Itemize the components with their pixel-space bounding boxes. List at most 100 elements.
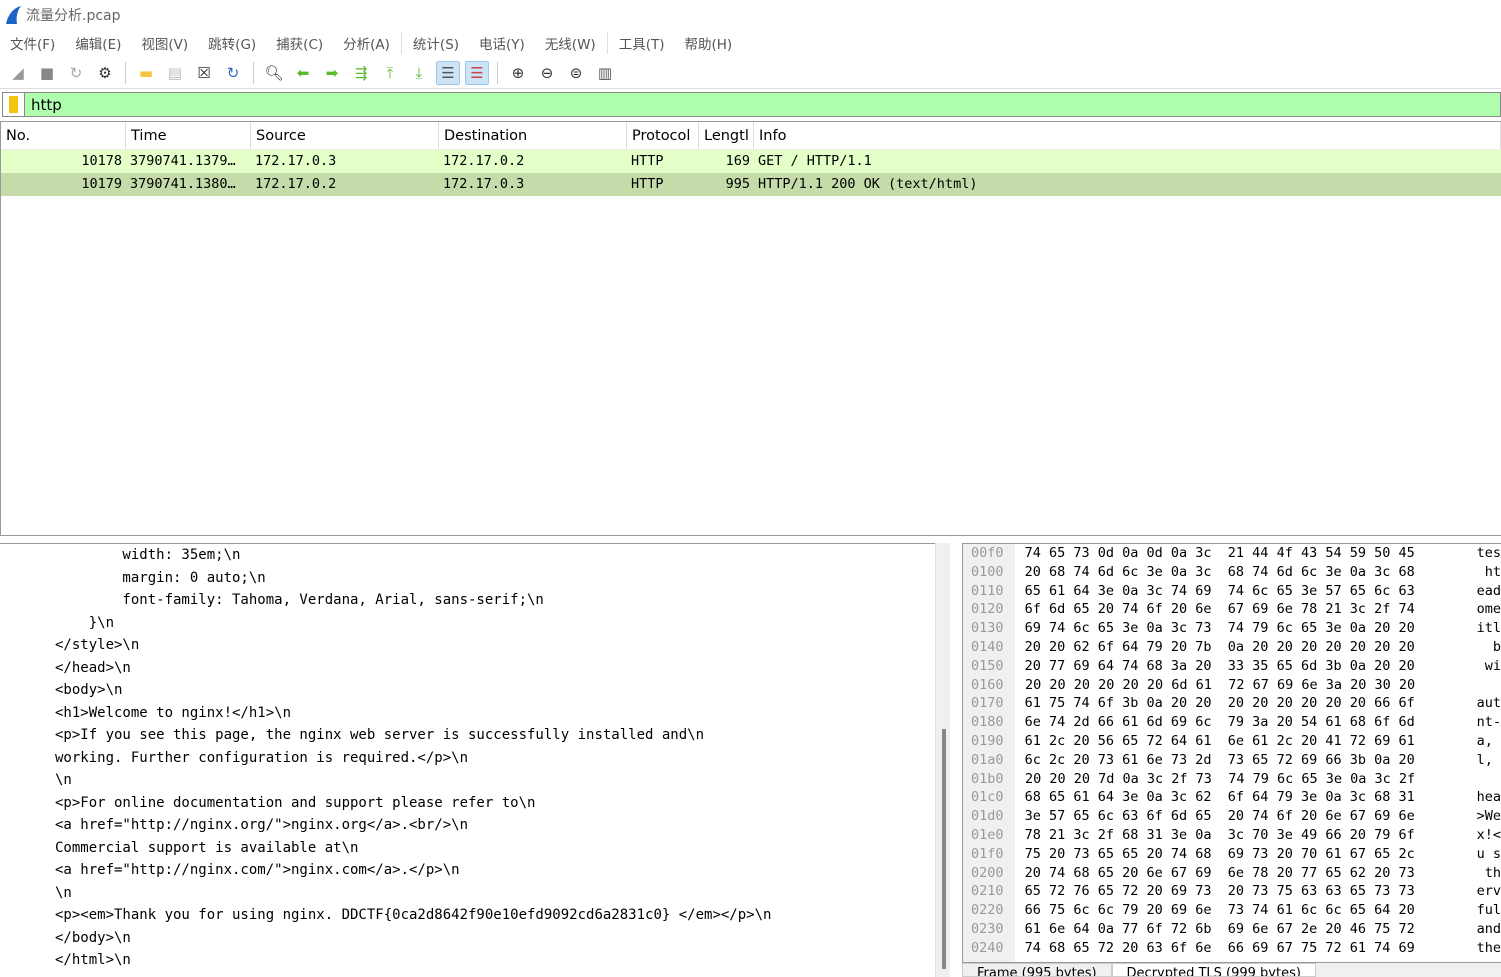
menu-item[interactable]: 分析(A) <box>333 33 400 53</box>
menu-item[interactable]: 无线(W) <box>535 33 606 53</box>
stop-capture-icon: ■ <box>39 63 55 82</box>
column-header[interactable]: Destination <box>439 122 627 149</box>
hex-bytes[interactable]: 20 20 20 20 20 20 6d 61 72 67 69 6e 3a 2… <box>1015 676 1469 695</box>
hex-ascii[interactable]: aut <box>1465 694 1501 713</box>
column-header[interactable]: Lengtl <box>699 122 754 149</box>
menu-item[interactable]: 电话(Y) <box>469 33 535 53</box>
resize-columns-icon: ▥ <box>597 63 613 82</box>
colorize-button[interactable]: ☰ <box>465 60 489 85</box>
go-to-packet-button[interactable]: ⇶ <box>349 61 373 85</box>
hex-ascii[interactable]: u s <box>1465 845 1501 864</box>
column-header[interactable]: Source <box>251 122 439 149</box>
start-capture-button[interactable]: ◢ <box>6 61 30 85</box>
hex-ascii[interactable]: tes <box>1465 544 1501 563</box>
packet-bytes-text-pane[interactable]: width: 35em;\n margin: 0 auto;\n font-fa… <box>0 543 935 977</box>
hex-ascii[interactable]: a, <box>1465 732 1501 751</box>
hex-bytes[interactable]: 61 6e 64 0a 77 6f 72 6b 69 6e 67 2e 20 4… <box>1015 920 1465 939</box>
hex-bytes[interactable]: 74 65 73 0d 0a 0d 0a 3c 21 44 4f 43 54 5… <box>1015 544 1465 563</box>
hex-bytes[interactable]: 20 77 69 64 74 68 3a 20 33 35 65 6d 3b 0… <box>1015 657 1465 676</box>
hex-bytes[interactable]: 6e 74 2d 66 61 6d 69 6c 79 3a 20 54 61 6… <box>1015 713 1465 732</box>
hex-bytes[interactable]: 74 68 65 72 20 63 6f 6e 66 69 67 75 72 6… <box>1015 939 1465 958</box>
open-file-button[interactable]: ▬ <box>134 61 158 85</box>
column-header[interactable]: Time <box>126 122 251 149</box>
hex-bytes[interactable]: 65 61 64 3e 0a 3c 74 69 74 6c 65 3e 57 6… <box>1015 582 1465 601</box>
column-header[interactable]: Info <box>754 122 1501 149</box>
hex-ascii[interactable] <box>1469 676 1481 695</box>
hex-offset: 01b0 <box>971 770 1004 787</box>
menu-item[interactable]: 工具(T) <box>609 33 675 53</box>
menu-item[interactable]: 跳转(G) <box>198 33 266 53</box>
hex-ascii[interactable]: x!< <box>1465 826 1501 845</box>
hex-ascii[interactable]: wi <box>1465 657 1501 676</box>
zoom-out-button[interactable]: ⊖ <box>535 61 559 85</box>
last-packet-button[interactable]: ⤓ <box>407 61 431 85</box>
filter-bookmark-button[interactable] <box>3 93 25 116</box>
hex-ascii[interactable]: ht <box>1465 563 1501 582</box>
hex-bytes[interactable]: 78 21 3c 2f 68 31 3e 0a 3c 70 3e 49 66 2… <box>1015 826 1465 845</box>
title-bar: 流量分析.pcap <box>0 0 1501 30</box>
go-forward-button[interactable]: ➡ <box>320 61 344 85</box>
hex-dump-pane[interactable]: 00f0 74 65 73 0d 0a 0d 0a 3c 21 44 4f 43 … <box>962 543 1501 963</box>
display-filter-input[interactable] <box>25 95 1425 114</box>
menu-item[interactable]: 编辑(E) <box>65 33 131 53</box>
hex-ascii[interactable]: nt- <box>1465 713 1501 732</box>
packet-row[interactable]: 10178 3790741.1379… 172.17.0.3 172.17.0.2 HT… <box>1 150 1501 173</box>
restart-capture-button[interactable]: ↻ <box>64 61 88 85</box>
hex-bytes[interactable]: 3e 57 65 6c 63 6f 6d 65 20 74 6f 20 6e 6… <box>1015 807 1465 826</box>
find-packet-button[interactable]: 🔍︎ <box>262 61 286 85</box>
byte-tab[interactable]: Decrypted TLS (999 bytes) <box>1111 963 1316 977</box>
hex-offset: 00f0 <box>971 545 1004 561</box>
hex-ascii[interactable]: itl <box>1465 619 1501 638</box>
hex-bytes[interactable]: 6f 6d 65 20 74 6f 20 6e 67 69 6e 78 21 3… <box>1015 600 1465 619</box>
hex-ascii[interactable]: erv <box>1465 882 1501 901</box>
byte-tab[interactable]: Frame (995 bytes) <box>962 963 1112 977</box>
hex-ascii[interactable]: ome <box>1465 600 1501 619</box>
hex-bytes[interactable]: 61 2c 20 56 65 72 64 61 6e 61 2c 20 41 7… <box>1015 732 1465 751</box>
hex-ascii[interactable]: th <box>1465 864 1501 883</box>
hex-bytes[interactable]: 66 75 6c 6c 79 20 69 6e 73 74 61 6c 6c 6… <box>1015 901 1465 920</box>
hex-bytes[interactable]: 69 74 6c 65 3e 0a 3c 73 74 79 6c 65 3e 0… <box>1015 619 1465 638</box>
hex-bytes[interactable]: 20 20 20 7d 0a 3c 2f 73 74 79 6c 65 3e 0… <box>1015 770 1469 789</box>
close-file-button[interactable]: ☒ <box>192 61 216 85</box>
hex-ascii[interactable]: hea <box>1465 788 1501 807</box>
stop-capture-button[interactable]: ■ <box>35 61 59 85</box>
text-line: margin: 0 auto;\n <box>55 569 266 586</box>
hex-ascii[interactable] <box>1469 770 1481 789</box>
hex-ascii[interactable]: the <box>1465 939 1501 958</box>
column-header[interactable]: Protocol <box>627 122 699 149</box>
hex-bytes[interactable]: 20 74 68 65 20 6e 67 69 6e 78 20 77 65 6… <box>1015 864 1465 883</box>
hex-ascii[interactable]: and <box>1465 920 1501 939</box>
menu-item[interactable]: 视图(V) <box>131 33 198 53</box>
hex-ascii[interactable]: >We <box>1465 807 1501 826</box>
hex-bytes[interactable]: 20 20 62 6f 64 79 20 7b 0a 20 20 20 20 2… <box>1015 638 1465 657</box>
reload-file-button[interactable]: ↻ <box>221 61 245 85</box>
hex-bytes[interactable]: 20 68 74 6d 6c 3e 0a 3c 68 74 6d 6c 3e 0… <box>1015 563 1465 582</box>
scrollbar-thumb[interactable] <box>942 729 946 969</box>
auto-scroll-button[interactable]: ☰ <box>436 60 460 85</box>
details-scrollbar[interactable] <box>935 543 950 977</box>
zoom-reset-button[interactable]: ⊜ <box>564 61 588 85</box>
menu-item[interactable]: 帮助(H) <box>674 33 742 53</box>
resize-columns-button[interactable]: ▥ <box>593 61 617 85</box>
packet-cell-time: 3790741.1379… <box>130 153 236 169</box>
hex-ascii[interactable]: ead <box>1465 582 1501 601</box>
hex-bytes[interactable]: 6c 2c 20 73 61 6e 73 2d 73 65 72 69 66 3… <box>1015 751 1465 770</box>
first-packet-button[interactable]: ⤒ <box>378 61 402 85</box>
column-header[interactable]: No. <box>1 122 126 149</box>
hex-bytes[interactable]: 65 72 76 65 72 20 69 73 20 73 75 63 63 6… <box>1015 882 1465 901</box>
capture-options-button[interactable]: ⚙ <box>93 61 117 85</box>
menu-item[interactable]: 文件(F) <box>0 33 65 53</box>
hex-bytes[interactable]: 75 20 73 65 65 20 74 68 69 73 20 70 61 6… <box>1015 845 1465 864</box>
menu-item[interactable]: 捕获(C) <box>266 33 333 53</box>
hex-ascii[interactable]: b <box>1465 638 1501 657</box>
zoom-in-button[interactable]: ⊕ <box>506 61 530 85</box>
hex-ascii[interactable]: l, <box>1465 751 1501 770</box>
go-back-button[interactable]: ⬅ <box>291 61 315 85</box>
menu-item[interactable]: 统计(S) <box>403 33 469 53</box>
hex-bytes[interactable]: 61 75 74 6f 3b 0a 20 20 20 20 20 20 20 2… <box>1015 694 1465 713</box>
packet-row[interactable]: 10179 3790741.1380… 172.17.0.2 172.17.0.3 HT… <box>1 173 1501 196</box>
save-file-button[interactable]: ▤ <box>163 61 187 85</box>
packet-cell-proto: HTTP <box>631 153 664 169</box>
hex-bytes[interactable]: 68 65 61 64 3e 0a 3c 62 6f 64 79 3e 0a 3… <box>1015 788 1465 807</box>
hex-ascii[interactable]: ful <box>1465 901 1501 920</box>
